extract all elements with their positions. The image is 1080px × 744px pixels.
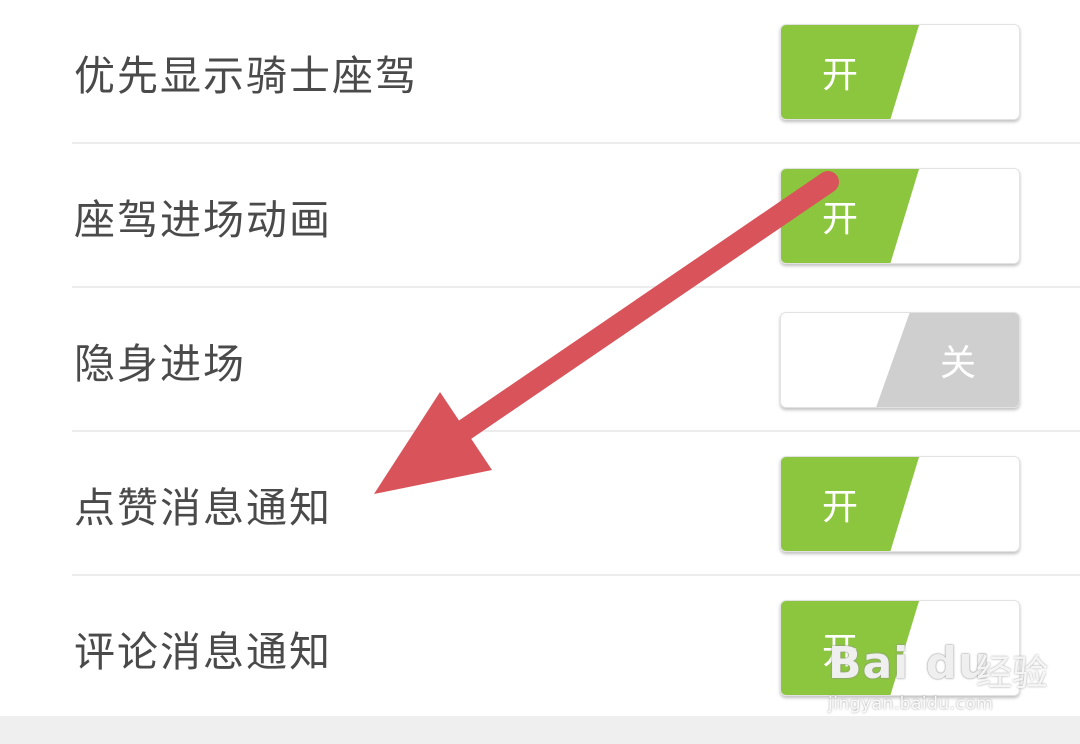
setting-label: 优先显示骑士座驾 xyxy=(74,52,418,100)
toggle-state-text: 关 xyxy=(939,343,976,384)
setting-row-comment-notification: 评论消息通知 开 xyxy=(0,576,1080,720)
toggle-state-text: 开 xyxy=(821,631,858,672)
knight-mount-toggle[interactable]: 开 xyxy=(780,24,1020,120)
setting-label: 点赞消息通知 xyxy=(74,484,332,532)
setting-row-knight-mount: 优先显示骑士座驾 开 xyxy=(0,0,1080,144)
bottom-strip xyxy=(0,716,1080,744)
setting-row-mount-entrance-animation: 座驾进场动画 开 xyxy=(0,144,1080,288)
setting-label: 隐身进场 xyxy=(74,340,246,388)
settings-list: 优先显示骑士座驾 开 座驾进场动画 开 隐身进场 关 点赞消息通知 开 评论消息… xyxy=(0,0,1080,716)
toggle-state-text: 开 xyxy=(821,487,858,528)
stealth-entrance-toggle[interactable]: 关 xyxy=(780,312,1020,408)
comment-notification-toggle[interactable]: 开 xyxy=(780,600,1020,696)
toggle-state-text: 开 xyxy=(821,55,858,96)
like-notification-toggle[interactable]: 开 xyxy=(780,456,1020,552)
setting-row-like-notification: 点赞消息通知 开 xyxy=(0,432,1080,576)
setting-label: 座驾进场动画 xyxy=(74,196,332,244)
setting-label: 评论消息通知 xyxy=(74,628,332,676)
toggle-state-text: 开 xyxy=(821,199,858,240)
mount-entrance-animation-toggle[interactable]: 开 xyxy=(780,168,1020,264)
setting-row-stealth-entrance: 隐身进场 关 xyxy=(0,288,1080,432)
